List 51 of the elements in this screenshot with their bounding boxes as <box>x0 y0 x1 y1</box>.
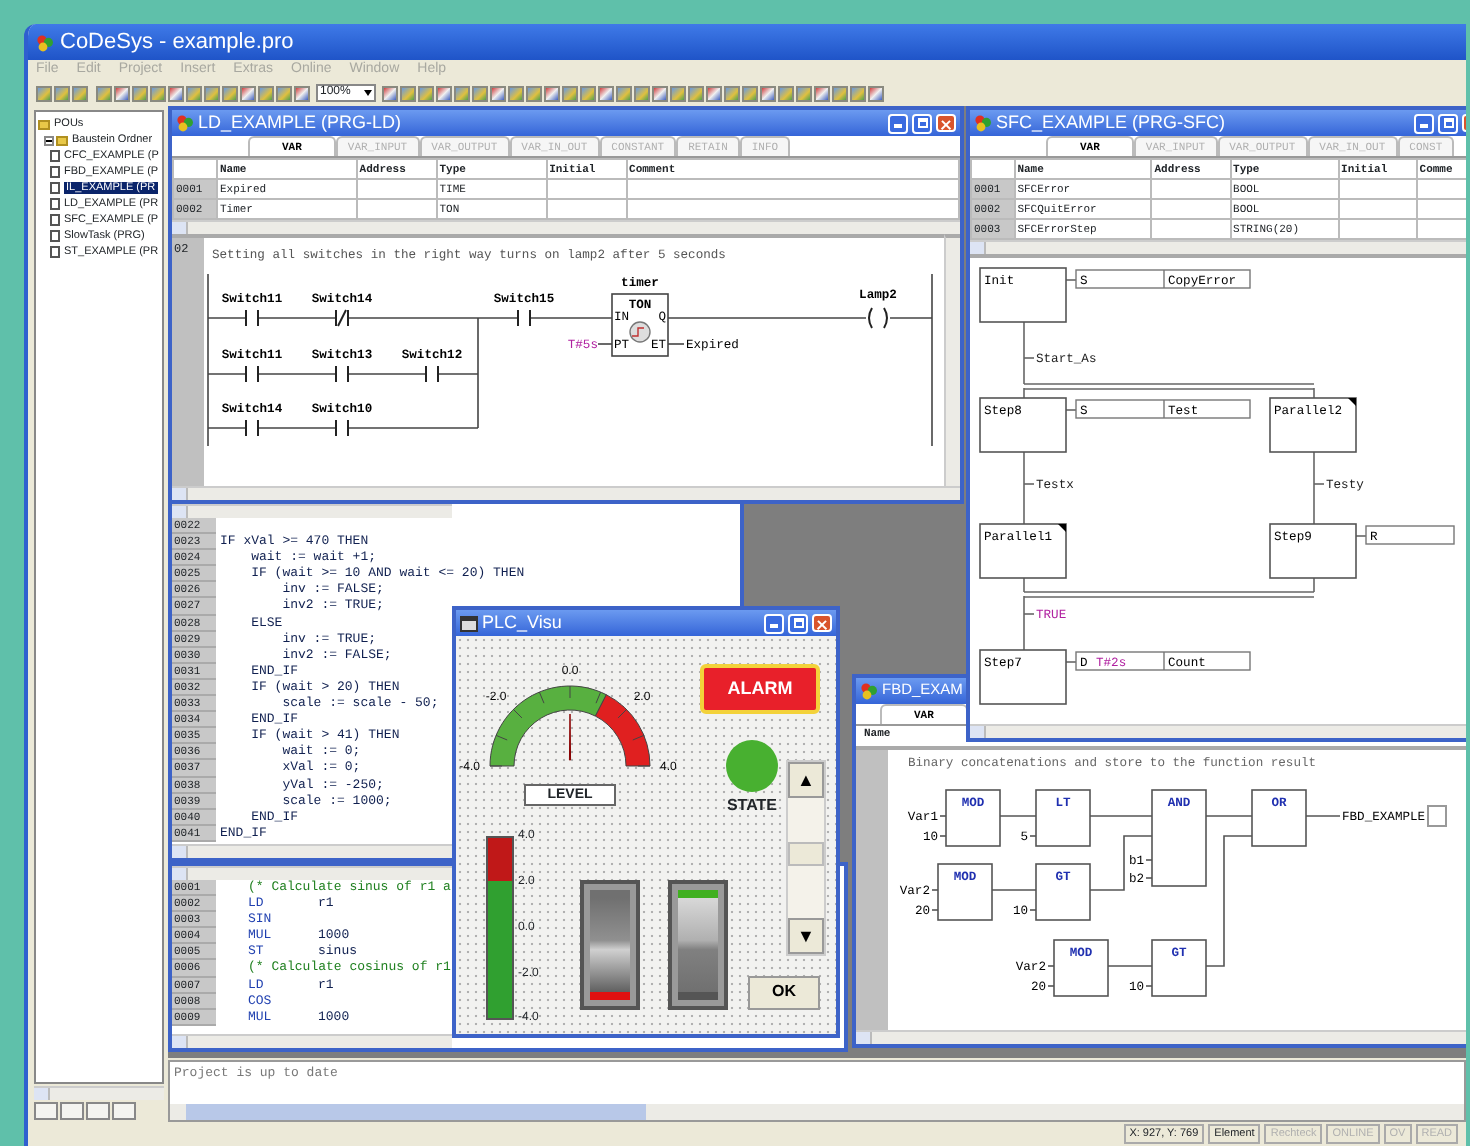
expand-toggle[interactable] <box>44 135 54 145</box>
maximize-button[interactable] <box>788 613 808 633</box>
window-title: PLC_Visu <box>482 613 564 633</box>
logo-icon <box>176 114 194 132</box>
alarm-button[interactable]: ALARM <box>700 664 820 714</box>
horizontal-scrollbar[interactable] <box>970 240 1466 254</box>
coil-icon <box>868 307 888 329</box>
panel-tab[interactable] <box>34 1102 58 1120</box>
caret-icon <box>364 90 372 96</box>
horizontal-scrollbar[interactable] <box>172 220 960 234</box>
sfc-step[interactable] <box>979 523 1067 579</box>
maximize-button[interactable] <box>912 113 932 133</box>
ok-button[interactable]: OK <box>748 976 820 1010</box>
logo-icon <box>36 33 54 51</box>
horizontal-scrollbar[interactable] <box>172 844 452 858</box>
window-title: LD_EXAMPLE (PRG-LD) <box>198 113 404 133</box>
panel-tab[interactable] <box>112 1102 136 1120</box>
sfc-step[interactable] <box>979 397 1067 453</box>
horizontal-scrollbar[interactable] <box>856 1030 1466 1044</box>
logo-icon <box>974 114 992 132</box>
horizontal-scrollbar[interactable] <box>34 1086 164 1100</box>
scroll-up-button[interactable]: ▲ <box>788 762 824 798</box>
rocker-switch[interactable] <box>668 880 728 1010</box>
close-button[interactable] <box>812 614 832 632</box>
output-box <box>1427 805 1447 827</box>
horizontal-scrollbar[interactable] <box>970 724 1466 738</box>
panel-tab[interactable] <box>60 1102 84 1120</box>
scroll-thumb[interactable] <box>788 842 824 866</box>
window-icon <box>460 615 478 631</box>
scroll-down-button[interactable]: ▼ <box>788 918 824 954</box>
sfc-step[interactable] <box>1269 397 1357 453</box>
scroll-control[interactable]: ▲ ▼ <box>786 760 826 956</box>
vertical-scrollbar[interactable] <box>944 234 960 486</box>
horizontal-scrollbar[interactable] <box>170 1104 1464 1120</box>
horizontal-scrollbar[interactable] <box>172 1034 452 1048</box>
minimize-button[interactable] <box>888 113 908 133</box>
close-button[interactable] <box>936 114 956 132</box>
rocker-switch[interactable] <box>580 880 640 1010</box>
maximize-button[interactable] <box>1438 113 1458 133</box>
panel-tab[interactable] <box>86 1102 110 1120</box>
horizontal-scrollbar[interactable] <box>172 866 452 880</box>
horizontal-scrollbar[interactable] <box>172 504 452 518</box>
minimize-button[interactable] <box>764 613 784 633</box>
timer-icon <box>629 321 651 343</box>
state-label: STATE <box>724 798 780 816</box>
horizontal-scrollbar[interactable] <box>172 486 960 500</box>
window-title: SFC_EXAMPLE (PRG-SFC) <box>996 113 1228 133</box>
minimize-button[interactable] <box>1414 113 1434 133</box>
logo-icon <box>860 682 878 700</box>
window-title: CoDeSys - example.pro <box>60 29 294 55</box>
function-block <box>611 293 669 357</box>
